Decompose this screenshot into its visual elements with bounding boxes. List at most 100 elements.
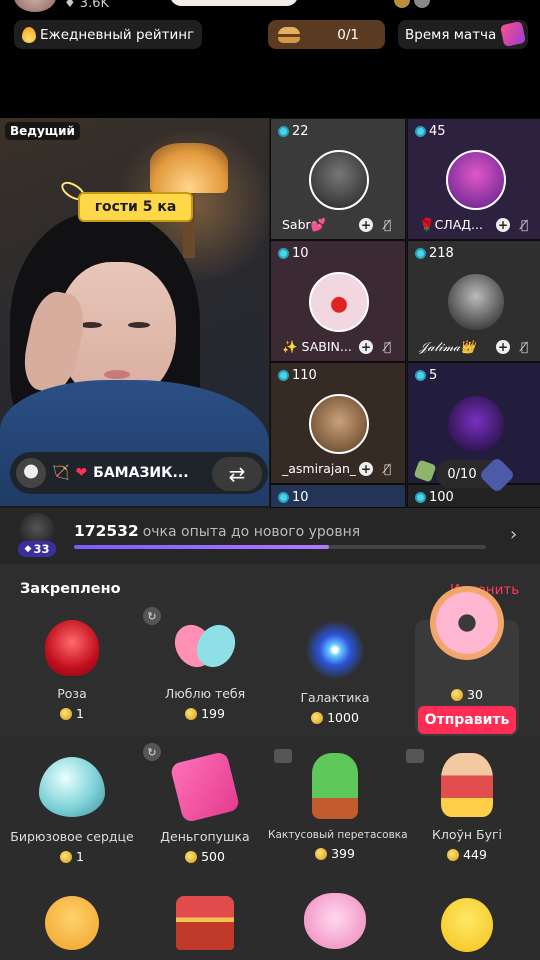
gift-rose[interactable]: Роза 1 bbox=[5, 620, 139, 721]
avatar bbox=[446, 150, 506, 210]
gift-name: Роза bbox=[57, 686, 87, 701]
gift-money-gun[interactable]: Деньгопушка 500 bbox=[138, 750, 272, 864]
score-icon bbox=[415, 492, 426, 503]
follow-button[interactable]: + bbox=[359, 340, 373, 354]
coin-icon bbox=[60, 850, 73, 863]
mic-muted-icon: 🎙̸ bbox=[384, 462, 392, 476]
pinned-title: Закреплено bbox=[20, 581, 121, 597]
clown-icon bbox=[441, 753, 493, 817]
gift-name: Кактусовый перетасовка bbox=[268, 829, 408, 841]
viewer-count: ♦ 3.6K bbox=[64, 0, 109, 11]
guest-tag: гости 5 ка bbox=[78, 192, 193, 222]
gift-love-you[interactable]: Люблю тебя 199 bbox=[138, 617, 272, 721]
gift-price: 1000 bbox=[268, 710, 402, 725]
follow-button[interactable]: + bbox=[359, 218, 373, 232]
cloud-heart-icon[interactable] bbox=[304, 893, 366, 949]
seat-score-value: 5 bbox=[429, 368, 438, 383]
guest-name: Sabr💕 bbox=[282, 217, 327, 232]
hug-emoji-icon[interactable] bbox=[45, 896, 99, 950]
top-avatars[interactable] bbox=[394, 0, 440, 8]
guest-seat-1[interactable]: 22 Sabr💕 + 🎙̸ bbox=[270, 118, 406, 240]
level-points: 172532 bbox=[74, 522, 139, 540]
coin-icon bbox=[311, 711, 324, 724]
score-icon bbox=[278, 492, 289, 503]
avatar bbox=[309, 394, 369, 454]
guest-name: _asmirajan_ bbox=[282, 461, 357, 476]
mic-muted-icon: 🎙̸ bbox=[521, 218, 529, 232]
seat-score-value: 218 bbox=[429, 246, 454, 261]
score-icon bbox=[278, 126, 289, 137]
gift-name: Галактика bbox=[300, 690, 370, 705]
score-icon bbox=[278, 370, 289, 381]
host-name: БАМАЗИК... bbox=[93, 465, 189, 481]
coin-icon bbox=[60, 707, 73, 720]
avatar bbox=[446, 394, 506, 454]
guest-seat-7[interactable]: 10 bbox=[270, 484, 406, 508]
gift-price: 399 bbox=[268, 846, 402, 861]
swap-button[interactable]: ⇄ bbox=[212, 457, 262, 491]
seat-score: 10 bbox=[278, 490, 309, 505]
diamond-icon: ◆ bbox=[24, 544, 32, 554]
featured-price: 30 bbox=[415, 687, 519, 702]
seat-score-value: 10 bbox=[292, 490, 309, 505]
match-time-chip[interactable]: Время матча bbox=[398, 20, 528, 49]
gift-price: 1 bbox=[5, 849, 139, 864]
seat-score: 110 bbox=[278, 368, 317, 383]
match-progress-chip[interactable]: 0/1 bbox=[268, 20, 385, 49]
seat-score-value: 45 bbox=[429, 124, 446, 139]
duck-icon[interactable] bbox=[441, 898, 493, 952]
coin-icon bbox=[447, 848, 460, 861]
featured-price-value: 30 bbox=[467, 687, 483, 702]
seat-score: 100 bbox=[415, 490, 454, 505]
heart-icon: ❤ bbox=[75, 465, 88, 481]
top-pill[interactable] bbox=[170, 0, 298, 6]
gift-price: 199 bbox=[138, 706, 272, 721]
guest-seat-5[interactable]: 110 _asmirajan_ + 🎙̸ bbox=[270, 362, 406, 484]
score-icon bbox=[278, 248, 289, 259]
host-lips bbox=[104, 370, 130, 379]
gift-cactus[interactable]: Кактусовый перетасовка 399 bbox=[268, 753, 408, 861]
donut-icon bbox=[430, 586, 504, 660]
mic-muted-icon: 🎙̸ bbox=[384, 218, 392, 232]
level-text: 172532 очка опыта до нового уровня bbox=[74, 522, 360, 540]
gift-price-value: 500 bbox=[201, 849, 225, 864]
gift-price: 1 bbox=[5, 706, 139, 721]
level-badge: ◆ 33 bbox=[18, 541, 56, 557]
host-eye bbox=[128, 322, 150, 328]
seat-score-value: 10 bbox=[292, 246, 309, 261]
gift-clown[interactable]: Клоўн Бугі 449 bbox=[400, 753, 534, 862]
guest-name: ✨ SABIN... bbox=[282, 339, 352, 354]
heart-icon bbox=[39, 757, 105, 817]
coin-icon bbox=[185, 707, 198, 720]
arrow-icon: 🏹 bbox=[52, 465, 70, 481]
guest-seat-2[interactable]: 45 🌹СЛАД... + 🎙̸ bbox=[407, 118, 540, 240]
chevron-right-icon[interactable]: › bbox=[510, 524, 517, 545]
heart-icon bbox=[167, 617, 243, 675]
gift-price-value: 399 bbox=[331, 846, 355, 861]
avatar bbox=[446, 272, 506, 332]
seat-progress-value: 0/10 bbox=[447, 466, 477, 482]
gift-galaxy[interactable]: Галактика 1000 bbox=[268, 620, 402, 725]
coin-icon bbox=[315, 847, 328, 860]
seat-score: 45 bbox=[415, 124, 446, 139]
gift-price: 500 bbox=[138, 849, 272, 864]
guest-seat-4[interactable]: 218 𝒥𝒶𝓁𝒾𝓂𝒶👑 + 🎙̸ bbox=[407, 240, 540, 362]
follow-button[interactable]: + bbox=[496, 218, 510, 232]
gift-price-value: 1 bbox=[76, 706, 84, 721]
avatar bbox=[309, 150, 369, 210]
send-button[interactable]: Отправить bbox=[418, 706, 516, 734]
level-progress-track bbox=[74, 545, 486, 549]
avatar bbox=[309, 272, 369, 332]
daily-rating-chip[interactable]: Ежедневный рейтинг bbox=[14, 20, 202, 49]
guest-seat-3[interactable]: 10 ✨ SABIN... + 🎙̸ bbox=[270, 240, 406, 362]
mic-muted-icon: 🎙̸ bbox=[384, 340, 392, 354]
gift-price-value: 1 bbox=[76, 849, 84, 864]
follow-button[interactable]: + bbox=[496, 340, 510, 354]
gift-price-value: 199 bbox=[201, 706, 225, 721]
level-caption: очка опыта до нового уровня bbox=[142, 524, 361, 540]
gift-name: Бирюзовое сердце bbox=[10, 829, 134, 844]
follow-button[interactable]: + bbox=[359, 462, 373, 476]
gift-turquoise-heart[interactable]: Бирюзовое сердце 1 bbox=[5, 757, 139, 864]
treasure-chest-icon[interactable] bbox=[176, 896, 234, 950]
gift-price-value: 1000 bbox=[327, 710, 359, 725]
